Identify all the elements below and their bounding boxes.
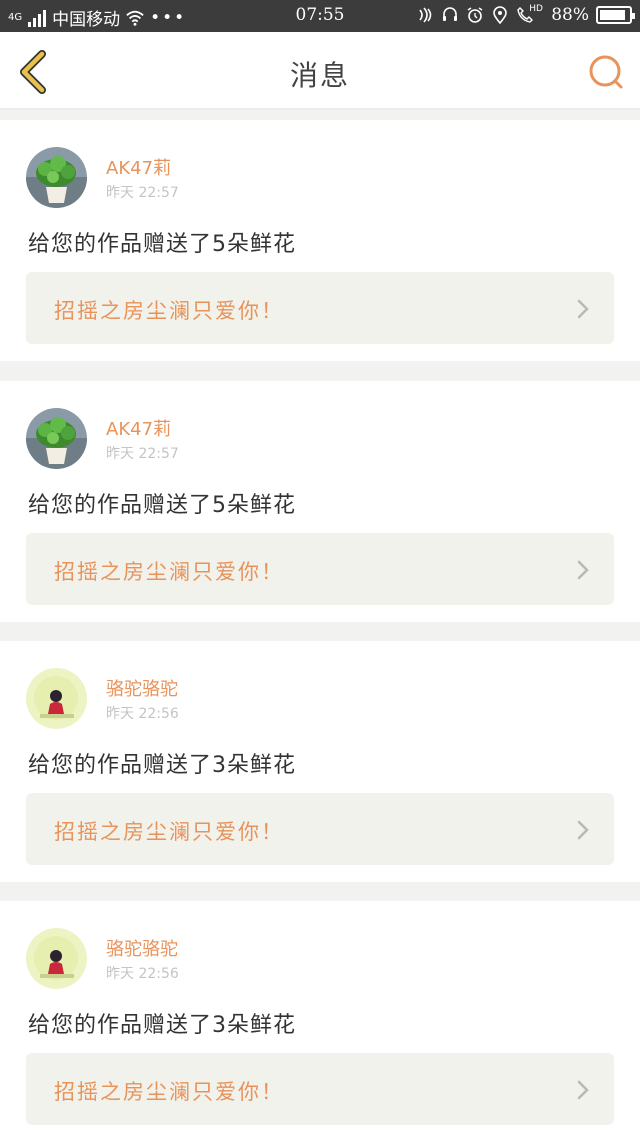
sender-name[interactable]: AK47莉 (106, 154, 171, 180)
message-time: 昨天 22:57 (106, 446, 179, 462)
message-card: AK47莉 昨天 22:57 给您的作品赠送了5朵鲜花 招摇之房尘澜只爱你！ (0, 381, 640, 622)
message-card: 骆驼骆驼 昨天 22:56 给您的作品赠送了3朵鲜花 招摇之房尘澜只爱你！ (0, 901, 640, 1138)
message-text: 给您的作品赠送了3朵鲜花 (28, 753, 296, 778)
location-icon (493, 6, 508, 24)
reply-text: 招摇之房尘澜只爱你！ (54, 560, 284, 584)
reply-text: 招摇之房尘澜只爱你！ (54, 299, 284, 323)
battery-percent: 88% (551, 5, 589, 25)
chevron-right-icon (577, 820, 589, 840)
call-hd-indicator: HD (516, 4, 544, 24)
message-time: 昨天 22:56 (106, 706, 179, 722)
reply-box[interactable]: 招摇之房尘澜只爱你！ (26, 272, 614, 344)
sender-name[interactable]: 骆驼骆驼 (106, 675, 178, 701)
avatar-girl[interactable] (26, 668, 87, 729)
message-text: 给您的作品赠送了5朵鲜花 (28, 232, 296, 257)
nfc-icon (419, 7, 432, 23)
status-bar: 4G 中国移动 ••• 07:55 HD 88% (0, 0, 640, 32)
avatar-girl[interactable] (26, 928, 87, 989)
message-card: 骆驼骆驼 昨天 22:56 给您的作品赠送了3朵鲜花 招摇之房尘澜只爱你！ (0, 641, 640, 882)
chevron-right-icon (577, 1080, 589, 1100)
message-card: AK47莉 昨天 22:57 给您的作品赠送了5朵鲜花 招摇之房尘澜只爱你！ (0, 120, 640, 361)
battery-icon (596, 6, 635, 24)
message-time: 昨天 22:57 (106, 185, 179, 201)
page-title: 消息 (289, 59, 350, 92)
chevron-right-icon (577, 299, 589, 319)
alarm-icon (467, 7, 483, 23)
reply-text: 招摇之房尘澜只爱你！ (54, 820, 284, 844)
sender-name[interactable]: 骆驼骆驼 (106, 935, 178, 961)
reply-text: 招摇之房尘澜只爱你！ (54, 1080, 284, 1104)
chevron-right-icon (577, 560, 589, 580)
hd-badge: HD (529, 4, 543, 14)
avatar-plant[interactable] (26, 408, 87, 469)
avatar-plant[interactable] (26, 147, 87, 208)
reply-box[interactable]: 招摇之房尘澜只爱你！ (26, 1053, 614, 1125)
sender-name[interactable]: AK47莉 (106, 415, 171, 441)
message-text: 给您的作品赠送了5朵鲜花 (28, 493, 296, 518)
search-icon[interactable] (586, 52, 626, 92)
reply-box[interactable]: 招摇之房尘澜只爱你！ (26, 793, 614, 865)
nav-bar: 消息 (0, 32, 640, 110)
reply-box[interactable]: 招摇之房尘澜只爱你！ (26, 533, 614, 605)
message-text: 给您的作品赠送了3朵鲜花 (28, 1013, 296, 1038)
message-time: 昨天 22:56 (106, 966, 179, 982)
headset-icon (443, 7, 458, 21)
